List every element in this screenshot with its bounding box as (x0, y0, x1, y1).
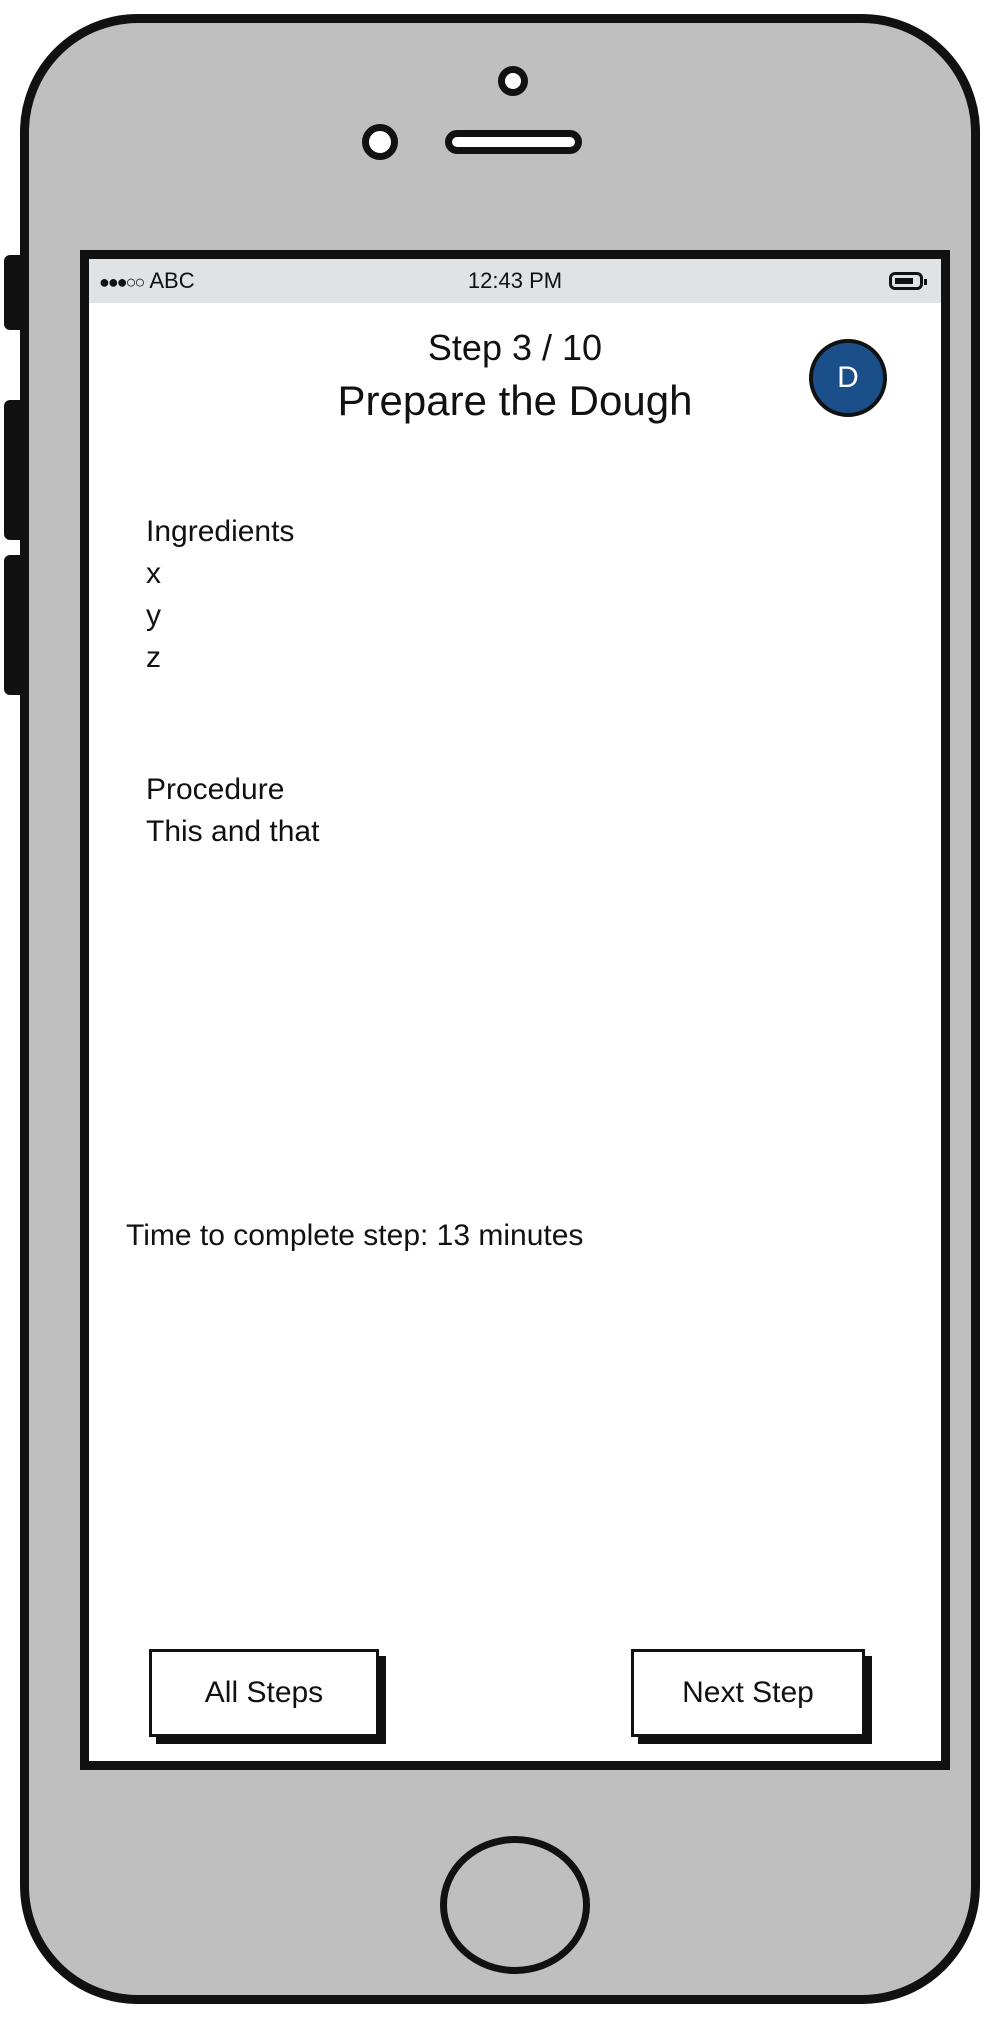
procedure-text: This and that (146, 815, 320, 848)
ingredient-item: z (146, 641, 161, 674)
time-to-complete: Time to complete step: 13 minutes (126, 1219, 584, 1252)
next-step-button[interactable]: Next Step (631, 1649, 865, 1737)
ingredients-heading: Ingredients (146, 515, 295, 548)
all-steps-button[interactable]: All Steps (149, 1649, 379, 1737)
mute-switch (4, 255, 22, 330)
speaker-grille (445, 130, 582, 154)
procedure-heading: Procedure (146, 773, 285, 806)
status-bar: ●●●○○ ABC 12:43 PM (89, 259, 941, 303)
ingredient-item: x (146, 557, 161, 590)
sensor-icon (362, 124, 398, 160)
procedure-section: Procedure This and that (146, 769, 319, 853)
home-button[interactable] (440, 1836, 590, 1974)
avatar[interactable]: D (809, 339, 887, 417)
volume-down-button (4, 555, 22, 695)
ingredients-section: Ingredients x y z (146, 511, 294, 679)
ingredient-item: y (146, 599, 161, 632)
screen: ●●●○○ ABC 12:43 PM Step 3 / 10 Prepare th… (80, 250, 950, 1770)
battery-icon (889, 272, 927, 290)
volume-up-button (4, 400, 22, 540)
status-time: 12:43 PM (467, 268, 563, 293)
camera-icon (498, 66, 528, 96)
